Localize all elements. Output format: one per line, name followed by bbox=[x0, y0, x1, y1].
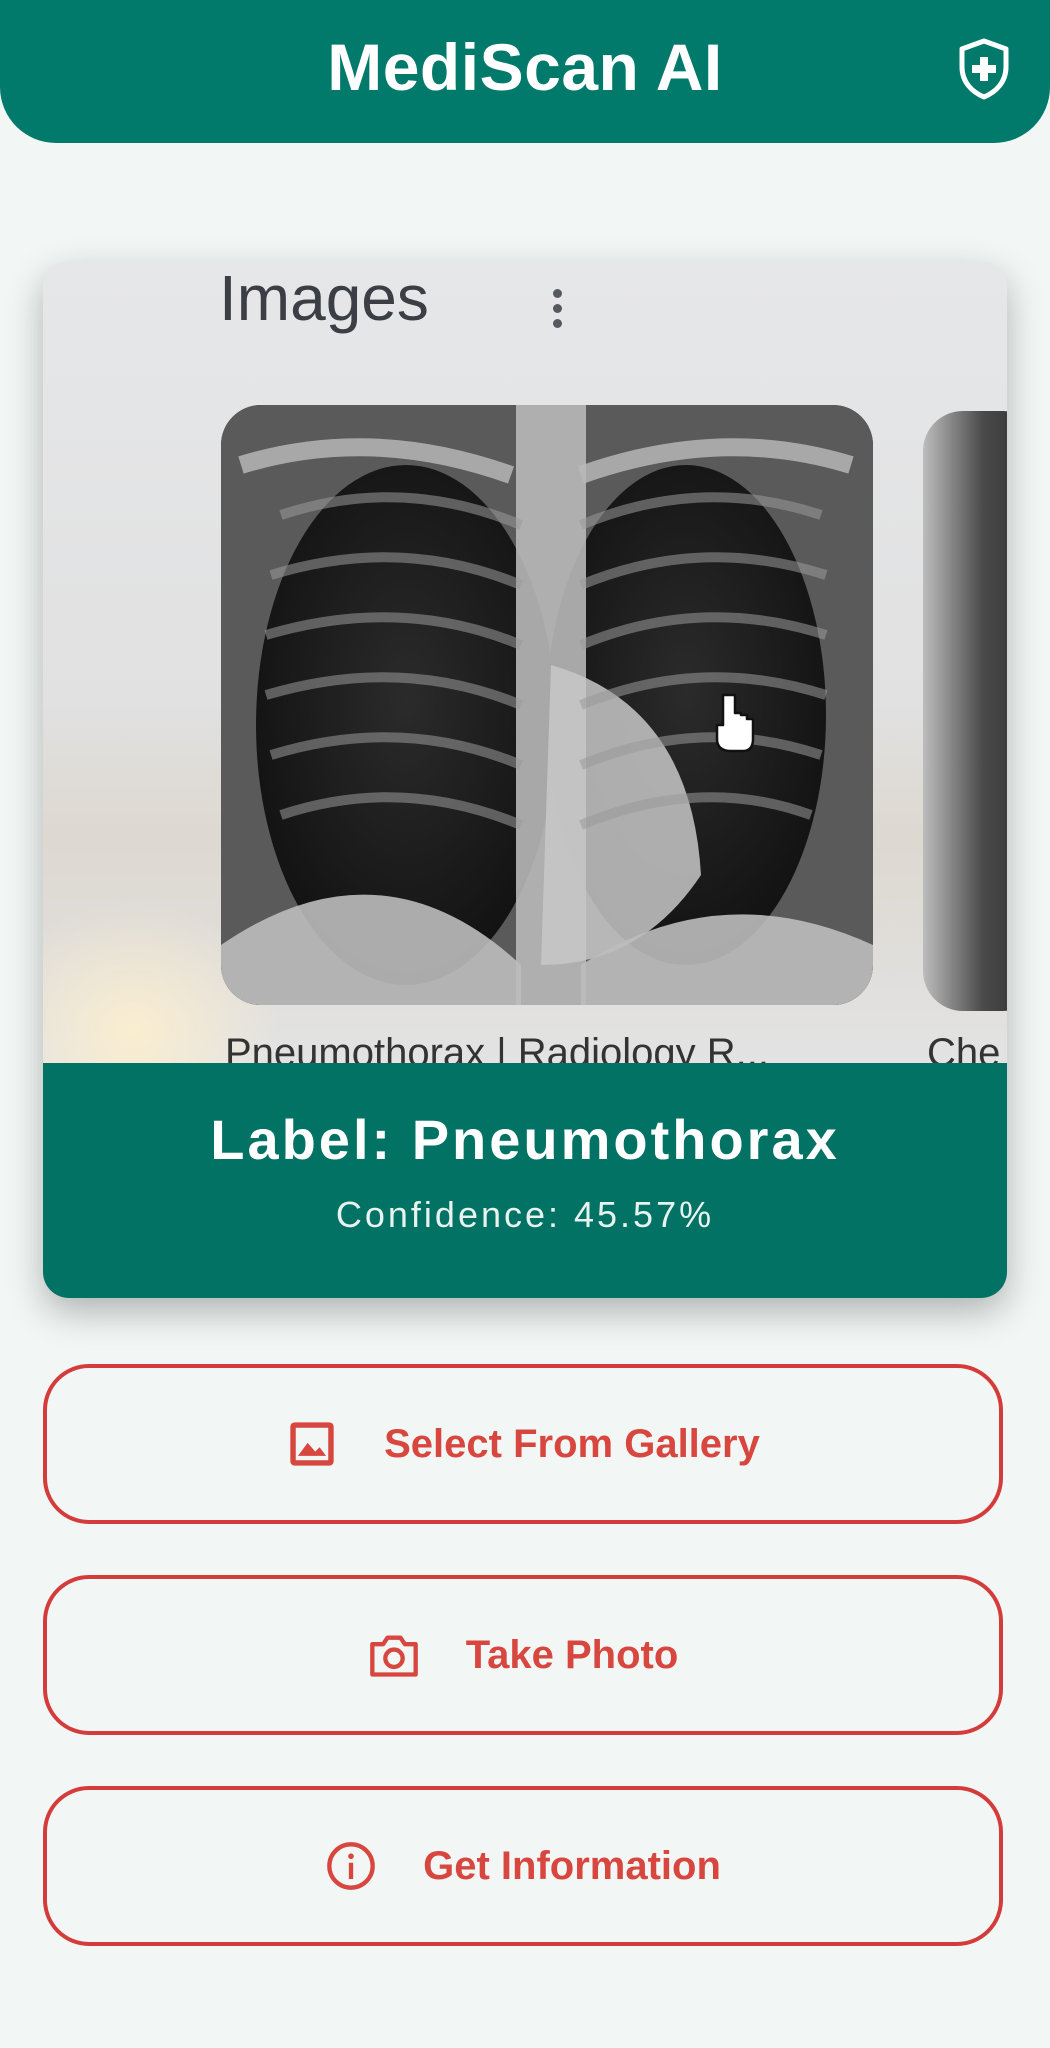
photo-heading: Images bbox=[219, 262, 429, 334]
scan-photo: Images Pneumothorax | Radiology R... Che bbox=[43, 261, 1007, 1063]
prediction-label: Label: Pneumothorax bbox=[210, 1108, 840, 1171]
shield-plus-icon[interactable] bbox=[956, 38, 1012, 100]
get-information-button[interactable]: Get Information bbox=[43, 1786, 1003, 1946]
result-card: Images Pneumothorax | Radiology R... Che… bbox=[43, 261, 1007, 1298]
select-from-gallery-label: Select From Gallery bbox=[384, 1421, 760, 1466]
app-bar: MediScan AI bbox=[0, 0, 1050, 143]
photo-caption: Pneumothorax | Radiology R... bbox=[225, 1031, 770, 1063]
prediction-panel: Label: Pneumothorax Confidence: 45.57% bbox=[43, 1063, 1007, 1298]
take-photo-button[interactable]: Take Photo bbox=[43, 1575, 1003, 1735]
image-icon bbox=[290, 1422, 334, 1466]
info-icon bbox=[327, 1842, 375, 1890]
select-from-gallery-button[interactable]: Select From Gallery bbox=[43, 1364, 1003, 1524]
take-photo-label: Take Photo bbox=[465, 1632, 679, 1677]
next-xray-thumbnail bbox=[923, 411, 1007, 1011]
get-information-label: Get Information bbox=[423, 1843, 721, 1888]
more-vertical-icon bbox=[551, 289, 563, 333]
app-title: MediScan AI bbox=[327, 29, 723, 104]
camera-icon bbox=[369, 1635, 418, 1677]
confidence-score: Confidence: 45.57% bbox=[335, 1194, 715, 1235]
photo-caption-partial: Che bbox=[927, 1031, 1001, 1063]
chest-xray-image bbox=[221, 405, 873, 1005]
